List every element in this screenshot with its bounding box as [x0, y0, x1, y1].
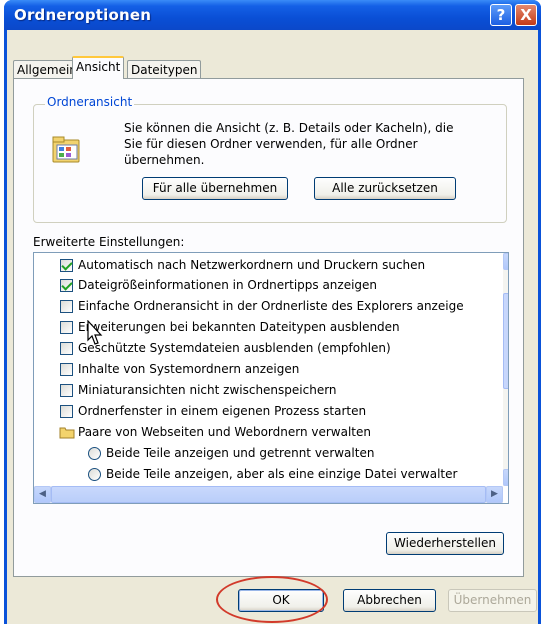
- list-item-label: Miniaturansichten nicht zwischenspeicher…: [78, 383, 337, 397]
- ok-button-highlight-circle: [216, 576, 328, 623]
- list-item-label: Paare von Webseiten und Webordnern verwa…: [78, 425, 372, 439]
- radio-button[interactable]: [88, 468, 101, 481]
- checkbox[interactable]: [60, 384, 73, 397]
- list-item-label: Inhalte von Systemordnern anzeigen: [78, 362, 300, 376]
- scroll-right-button[interactable]: ▶: [486, 486, 503, 503]
- mouse-cursor-icon: [87, 320, 103, 345]
- cancel-button[interactable]: Abbrechen: [343, 589, 436, 612]
- checkbox[interactable]: [60, 279, 73, 292]
- title-bar[interactable]: Ordneroptionen ? X: [4, 0, 541, 30]
- checkbox[interactable]: [60, 342, 73, 355]
- scroll-up-button[interactable]: ▲: [503, 253, 508, 270]
- list-item-label: Erweiterungen bei bekannten Dateitypen a…: [78, 320, 400, 334]
- list-item-label: Beide Teile anzeigen und getrennt verwal…: [106, 446, 375, 460]
- folder-view-group-label: Ordneransicht: [45, 95, 135, 109]
- window-title: Ordneroptionen: [14, 6, 152, 24]
- horizontal-scroll-thumb[interactable]: [51, 486, 486, 503]
- help-button[interactable]: ?: [490, 4, 512, 26]
- tab-allgemein[interactable]: Allgemein: [13, 60, 81, 79]
- list-item-label: Ordnerfenster in einem eigenen Prozess s…: [78, 404, 367, 418]
- apply-button: Übernehmen: [448, 589, 537, 612]
- checkbox[interactable]: [60, 405, 73, 418]
- horizontal-scrollbar[interactable]: ◀ ▶: [34, 486, 503, 503]
- checkbox[interactable]: [60, 321, 73, 334]
- folder-view-description: Sie können die Ansicht (z. B. Details od…: [124, 121, 454, 167]
- list-item-label: Automatisch nach Netzwerkordnern und Dru…: [78, 258, 426, 272]
- restore-defaults-button[interactable]: Wiederherstellen: [386, 532, 504, 555]
- list-item-label: Einfache Ordneransicht in der Ordnerlist…: [78, 299, 464, 313]
- radio-button[interactable]: [88, 447, 101, 460]
- tab-ansicht[interactable]: Ansicht: [72, 56, 125, 79]
- dialog-window: Ordneroptionen ? X Allgemein Ansicht Dat…: [4, 0, 541, 624]
- checkbox[interactable]: [60, 363, 73, 376]
- advanced-settings-list[interactable]: Automatisch nach Netzwerkordnern und Dru…: [33, 252, 509, 504]
- scroll-down-button[interactable]: ▼: [503, 469, 508, 486]
- reset-all-folders-button[interactable]: Alle zurücksetzen: [314, 177, 456, 200]
- apply-to-all-folders-button[interactable]: Für alle übernehmen: [142, 177, 288, 200]
- vertical-scroll-thumb[interactable]: [503, 293, 508, 389]
- list-item-label: Dateigrößeinformationen in Ordnertipps a…: [78, 278, 378, 292]
- folder-icon: [59, 427, 75, 439]
- vertical-scrollbar[interactable]: ▲ ▼: [503, 253, 508, 486]
- advanced-settings-label: Erweiterte Einstellungen:: [33, 235, 185, 249]
- list-item-label: Geschützte Systemdateien ausblenden (emp…: [78, 341, 391, 355]
- list-item-label: Beide Teile anzeigen, aber als eine einz…: [106, 467, 458, 481]
- tab-dateitypen[interactable]: Dateitypen: [127, 60, 202, 79]
- checkbox[interactable]: [60, 259, 73, 272]
- folder-view-icon: [52, 136, 80, 163]
- scroll-left-button[interactable]: ◀: [34, 486, 51, 503]
- checkbox[interactable]: [60, 300, 73, 313]
- close-button[interactable]: X: [515, 4, 537, 26]
